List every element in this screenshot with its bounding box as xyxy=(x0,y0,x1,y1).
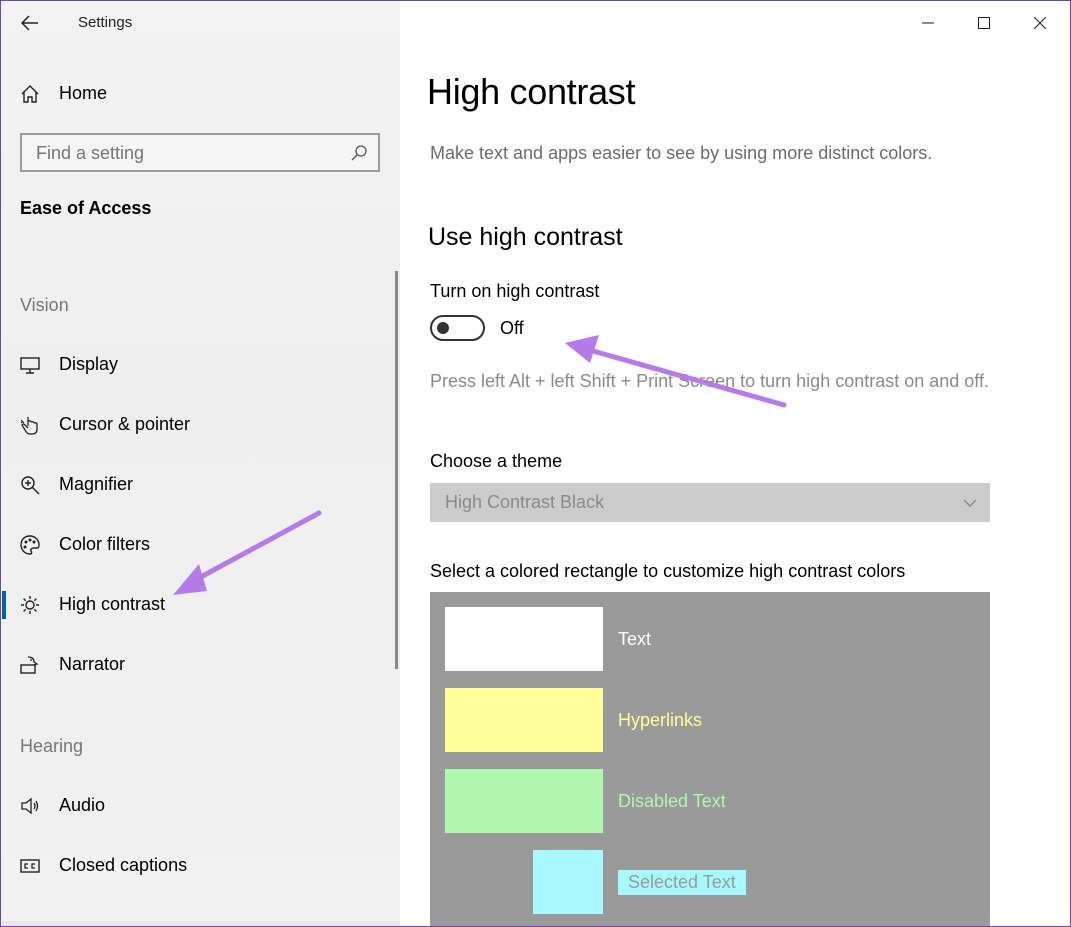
sidebar-item-high-contrast[interactable]: High contrast xyxy=(1,581,397,629)
close-icon xyxy=(1034,17,1046,29)
minimize-button[interactable] xyxy=(900,1,956,45)
sidebar-item-label: Home xyxy=(59,83,108,103)
swatch-row-hyperlinks: Hyperlinks xyxy=(430,688,990,752)
group-heading-vision: Vision xyxy=(20,295,69,315)
search-icon[interactable] xyxy=(350,144,368,162)
sidebar-item-label: Cursor & pointer xyxy=(59,414,191,434)
hyperlinks-color-swatch[interactable] xyxy=(445,688,603,752)
search-input[interactable] xyxy=(36,143,336,164)
theme-label: Choose a theme xyxy=(430,451,563,471)
sun-icon xyxy=(18,593,42,617)
sidebar-bottom-edge xyxy=(1,921,400,926)
close-button[interactable] xyxy=(1012,1,1068,45)
sidebar-item-home[interactable]: Home xyxy=(1,75,400,113)
app-title: Settings xyxy=(78,14,133,31)
settings-window: Settings Home Ease of Access Vision xyxy=(0,0,1071,927)
cc-icon xyxy=(18,854,42,878)
swatch-row-selected-text: Selected Text xyxy=(430,850,990,914)
toggle-state-text: Off xyxy=(500,318,524,338)
magnifier-icon xyxy=(18,473,42,497)
maximize-button[interactable] xyxy=(956,1,1012,45)
theme-dropdown[interactable]: High Contrast Black xyxy=(430,483,990,522)
sidebar-item-label: Magnifier xyxy=(59,474,134,494)
swatch-label-disabled-text: Disabled Text xyxy=(618,791,726,811)
group-heading-hearing: Hearing xyxy=(20,736,84,756)
sidebar-item-label: Narrator xyxy=(59,654,126,674)
narrator-icon xyxy=(18,653,42,677)
disabled-text-color-swatch[interactable] xyxy=(445,769,603,833)
sidebar-item-audio[interactable]: Audio xyxy=(1,782,397,830)
sidebar-item-color-filters[interactable]: Color filters xyxy=(1,521,397,569)
palette-icon xyxy=(18,533,42,557)
back-button[interactable] xyxy=(15,9,45,37)
swatch-label-text: Text xyxy=(618,629,652,649)
search-box[interactable] xyxy=(20,133,380,172)
swatch-row-text: Text xyxy=(430,607,990,671)
chevron-down-icon xyxy=(963,499,977,507)
toggle-label: Turn on high contrast xyxy=(430,281,600,301)
toggle-knob xyxy=(437,322,449,334)
sidebar-item-label: Closed captions xyxy=(59,855,188,875)
sidebar: Settings Home Ease of Access Vision xyxy=(1,1,400,926)
swatch-label-hyperlinks: Hyperlinks xyxy=(618,710,703,730)
section-heading: Use high contrast xyxy=(428,223,623,251)
sidebar-item-magnifier[interactable]: Magnifier xyxy=(1,461,397,509)
speaker-icon xyxy=(18,794,42,818)
maximize-icon xyxy=(978,17,990,29)
sidebar-item-closed-captions[interactable]: Closed captions xyxy=(1,842,397,890)
keyboard-shortcut-hint: Press left Alt + left Shift + Print Scre… xyxy=(430,371,989,391)
swatch-label-selected-text: Selected Text xyxy=(618,870,746,895)
swatch-row-disabled-text: Disabled Text xyxy=(430,769,990,833)
window-controls xyxy=(892,1,1070,45)
main-content: High contrast Make text and apps easier … xyxy=(400,1,1070,926)
selected-text-color-swatch[interactable] xyxy=(533,850,603,914)
minimize-icon xyxy=(922,22,934,24)
title-bar: Settings xyxy=(1,1,400,45)
color-swatch-panel: Text Hyperlinks Disabled Text Selected T… xyxy=(430,592,990,926)
display-icon xyxy=(18,353,42,377)
page-description: Make text and apps easier to see by usin… xyxy=(430,143,933,163)
back-arrow-icon xyxy=(21,15,38,31)
text-color-swatch[interactable] xyxy=(445,607,603,671)
sidebar-item-narrator[interactable]: Narrator xyxy=(1,641,397,689)
sidebar-item-label: Display xyxy=(59,354,119,374)
sidebar-item-label: High contrast xyxy=(59,594,166,614)
sidebar-item-label: Color filters xyxy=(59,534,151,554)
theme-dropdown-value: High Contrast Black xyxy=(445,492,605,512)
sidebar-item-display[interactable]: Display xyxy=(1,341,397,389)
sidebar-item-cursor-pointer[interactable]: Cursor & pointer xyxy=(1,401,397,449)
high-contrast-toggle[interactable] xyxy=(430,315,485,341)
sidebar-scrollbar[interactable] xyxy=(395,271,398,669)
swatch-instructions: Select a colored rectangle to customize … xyxy=(430,561,906,581)
section-title: Ease of Access xyxy=(20,198,152,218)
sidebar-item-label: Audio xyxy=(59,795,106,815)
active-indicator xyxy=(2,591,6,619)
page-title: High contrast xyxy=(427,71,636,112)
home-icon xyxy=(18,82,42,106)
cursor-icon xyxy=(18,413,42,437)
